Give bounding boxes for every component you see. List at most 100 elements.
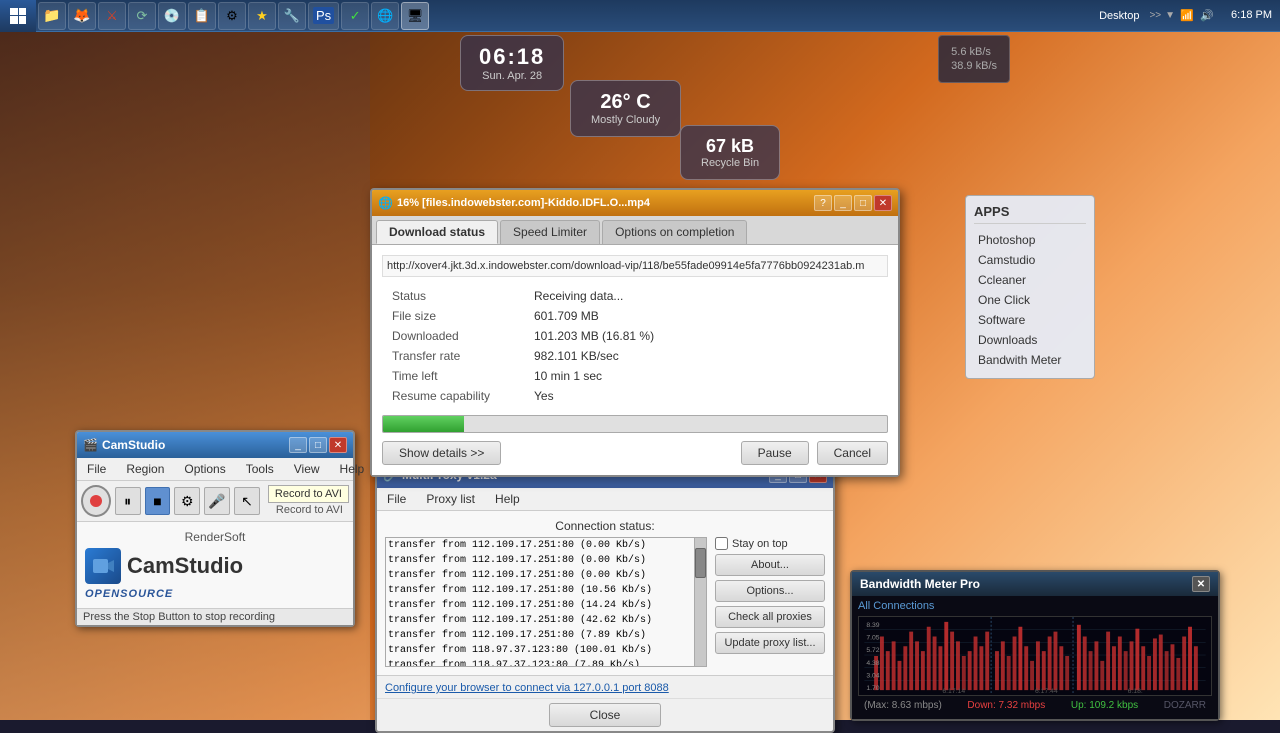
pause-button[interactable]: Pause (741, 441, 809, 465)
about-button[interactable]: About... (715, 554, 825, 576)
bandwidth-close-button[interactable]: ✕ (1192, 576, 1210, 592)
speed-1mbps: 1.70 (866, 685, 879, 692)
stop-button[interactable]: ■ (145, 487, 171, 515)
start-button[interactable] (0, 0, 36, 32)
taskbar-globe[interactable]: 🌐 (371, 2, 399, 30)
proxy-menu-list[interactable]: Proxy list (420, 490, 481, 508)
filesize-value: 601.709 MB (526, 307, 886, 325)
app-one-click[interactable]: One Click (974, 290, 1086, 310)
download-url: http://xover4.jkt.3d.x.indowebster.com/d… (382, 255, 888, 277)
time-label-2: 6:17:44 (1035, 688, 1058, 695)
system-clock[interactable]: 6:18 PM (1223, 8, 1280, 22)
camstudio-menu-tools[interactable]: Tools (240, 460, 280, 478)
audio-button[interactable]: 🎤 (204, 487, 230, 515)
taskbar-star[interactable]: ★ (248, 2, 276, 30)
taskbar-clipboard[interactable]: 📋 (188, 2, 216, 30)
download-close-button[interactable]: ✕ (874, 195, 892, 211)
record-tooltip-container: Record to AVI Record to AVI (268, 485, 349, 517)
cursor-button[interactable]: ↖ (234, 487, 260, 515)
show-details-button[interactable]: Show details >> (382, 441, 501, 465)
bandwidth-svg: 8.39 7.05 5.72 4.38 3.04 1.70 6:17:14 6:… (859, 617, 1211, 695)
proxy-close-button[interactable]: Close (549, 703, 662, 727)
camstudio-close-button[interactable]: ✕ (329, 437, 347, 453)
rendersoft-logo: RenderSoft (85, 530, 345, 544)
camstudio-menu-options[interactable]: Options (178, 460, 231, 478)
app-ccleaner[interactable]: Ccleaner (974, 270, 1086, 290)
update-proxy-button[interactable]: Update proxy list... (715, 632, 825, 654)
app-software[interactable]: Software (974, 310, 1086, 330)
tab-options-completion[interactable]: Options on completion (602, 220, 747, 244)
time-label-1: 6:17:14 (942, 688, 965, 695)
network-tray-icon[interactable]: 📶 (1179, 8, 1195, 24)
proxy-scroll-thumb[interactable] (695, 548, 706, 578)
download-minimize-button[interactable]: _ (834, 195, 852, 211)
bandwidth-max: (Max: 8.63 mbps) (864, 700, 942, 711)
camstudio-menu-help[interactable]: Help (334, 460, 371, 478)
stay-on-top-label: Stay on top (732, 538, 788, 550)
transferrate-value: 982.101 KB/sec (526, 347, 886, 365)
bandwidth-titlebar: Bandwidth Meter Pro ✕ (852, 572, 1218, 596)
download-maximize-button[interactable]: □ (854, 195, 872, 211)
proxy-log: transfer from 112.109.17.251:80 (0.00 Kb… (386, 538, 694, 666)
downloaded-value: 101.203 MB (16.81 %) (526, 327, 886, 345)
proxy-menu-help[interactable]: Help (489, 490, 526, 508)
camstudio-menu-view[interactable]: View (288, 460, 326, 478)
proxy-config-link[interactable]: Configure your browser to connect via 12… (385, 682, 669, 694)
taskbar-monitor[interactable]: 🖥 (401, 2, 429, 30)
cam-icon-svg (91, 554, 115, 578)
app-bandwidth-meter[interactable]: Bandwith Meter (974, 350, 1086, 370)
camstudio-title-left: 🎬 CamStudio (83, 438, 165, 452)
bandwidth-up: Up: 109.2 kbps (1071, 700, 1138, 711)
log-line-9: transfer from 118.97.37.123:80 (7.89 Kb/… (386, 658, 694, 666)
app-photoshop[interactable]: Photoshop (974, 230, 1086, 250)
taskbar-app-list: 📁 🦊 ⚔ ⟳ 💿 📋 ⚙ ★ 🔧 Ps ✓ (36, 0, 1085, 32)
camstudio-controls: _ □ ✕ (289, 437, 347, 453)
options-button[interactable]: Options... (715, 580, 825, 602)
taskbar: 📁 🦊 ⚔ ⟳ 💿 📋 ⚙ ★ 🔧 Ps ✓ (0, 0, 1280, 32)
speed-5mbps: 5.72 (866, 647, 879, 654)
record-button[interactable] (81, 485, 111, 517)
camstudio-minimize-button[interactable]: _ (289, 437, 307, 453)
taskbar-checkmark[interactable]: ✓ (341, 2, 369, 30)
expand-icon[interactable]: >> (1149, 10, 1161, 21)
camstudio-window: 🎬 CamStudio _ □ ✕ File Region Options To… (75, 430, 355, 627)
taskbar-update[interactable]: ⟳ (128, 2, 156, 30)
timeleft-label: Time left (384, 367, 524, 385)
settings-button[interactable]: ⚙ (174, 487, 200, 515)
bandwidth-body: All Connections (852, 596, 1218, 719)
proxy-menu-file[interactable]: File (381, 490, 412, 508)
app-camstudio[interactable]: Camstudio (974, 250, 1086, 270)
tray-arrow[interactable]: ▼ (1165, 10, 1175, 21)
taskbar-tools[interactable]: 🔧 (278, 2, 306, 30)
taskbar-explorer[interactable]: 📁 (38, 2, 66, 30)
status-value: Receiving data... (526, 287, 886, 305)
upload-speed: 38.9 kB/s (951, 60, 997, 72)
desktop-label: Desktop (1093, 10, 1145, 22)
speed-3mbps: 3.04 (866, 672, 879, 679)
stay-on-top-checkbox[interactable] (715, 537, 728, 550)
taskbar-photoshop[interactable]: Ps (308, 2, 339, 30)
proxy-footer: Configure your browser to connect via 12… (377, 675, 833, 698)
proxy-scrollbar[interactable] (694, 538, 706, 666)
taskbar-task[interactable]: ⚙ (218, 2, 246, 30)
check-all-proxies-button[interactable]: Check all proxies (715, 606, 825, 628)
tab-download-status[interactable]: Download status (376, 220, 498, 244)
status-label: Status (384, 287, 524, 305)
camstudio-menu-file[interactable]: File (81, 460, 112, 478)
app-downloads[interactable]: Downloads (974, 330, 1086, 350)
cancel-button[interactable]: Cancel (817, 441, 888, 465)
pause-record-button[interactable]: ⏸ (115, 487, 141, 515)
speaker-tray-icon[interactable]: 🔊 (1199, 8, 1215, 24)
info-filesize-row: File size 601.709 MB (384, 307, 886, 325)
download-help-button[interactable]: ? (814, 195, 832, 211)
proxy-close-row: Close (377, 698, 833, 731)
download-tab-bar: Download status Speed Limiter Options on… (372, 216, 898, 245)
resume-value: Yes (526, 387, 886, 405)
camstudio-maximize-button[interactable]: □ (309, 437, 327, 453)
recycle-bin-widget[interactable]: 67 kB Recycle Bin (680, 125, 780, 180)
tab-speed-limiter[interactable]: Speed Limiter (500, 220, 600, 244)
camstudio-menu-region[interactable]: Region (120, 460, 170, 478)
taskbar-antivirus[interactable]: ⚔ (98, 2, 126, 30)
taskbar-cd[interactable]: 💿 (158, 2, 186, 30)
taskbar-firefox[interactable]: 🦊 (68, 2, 96, 30)
